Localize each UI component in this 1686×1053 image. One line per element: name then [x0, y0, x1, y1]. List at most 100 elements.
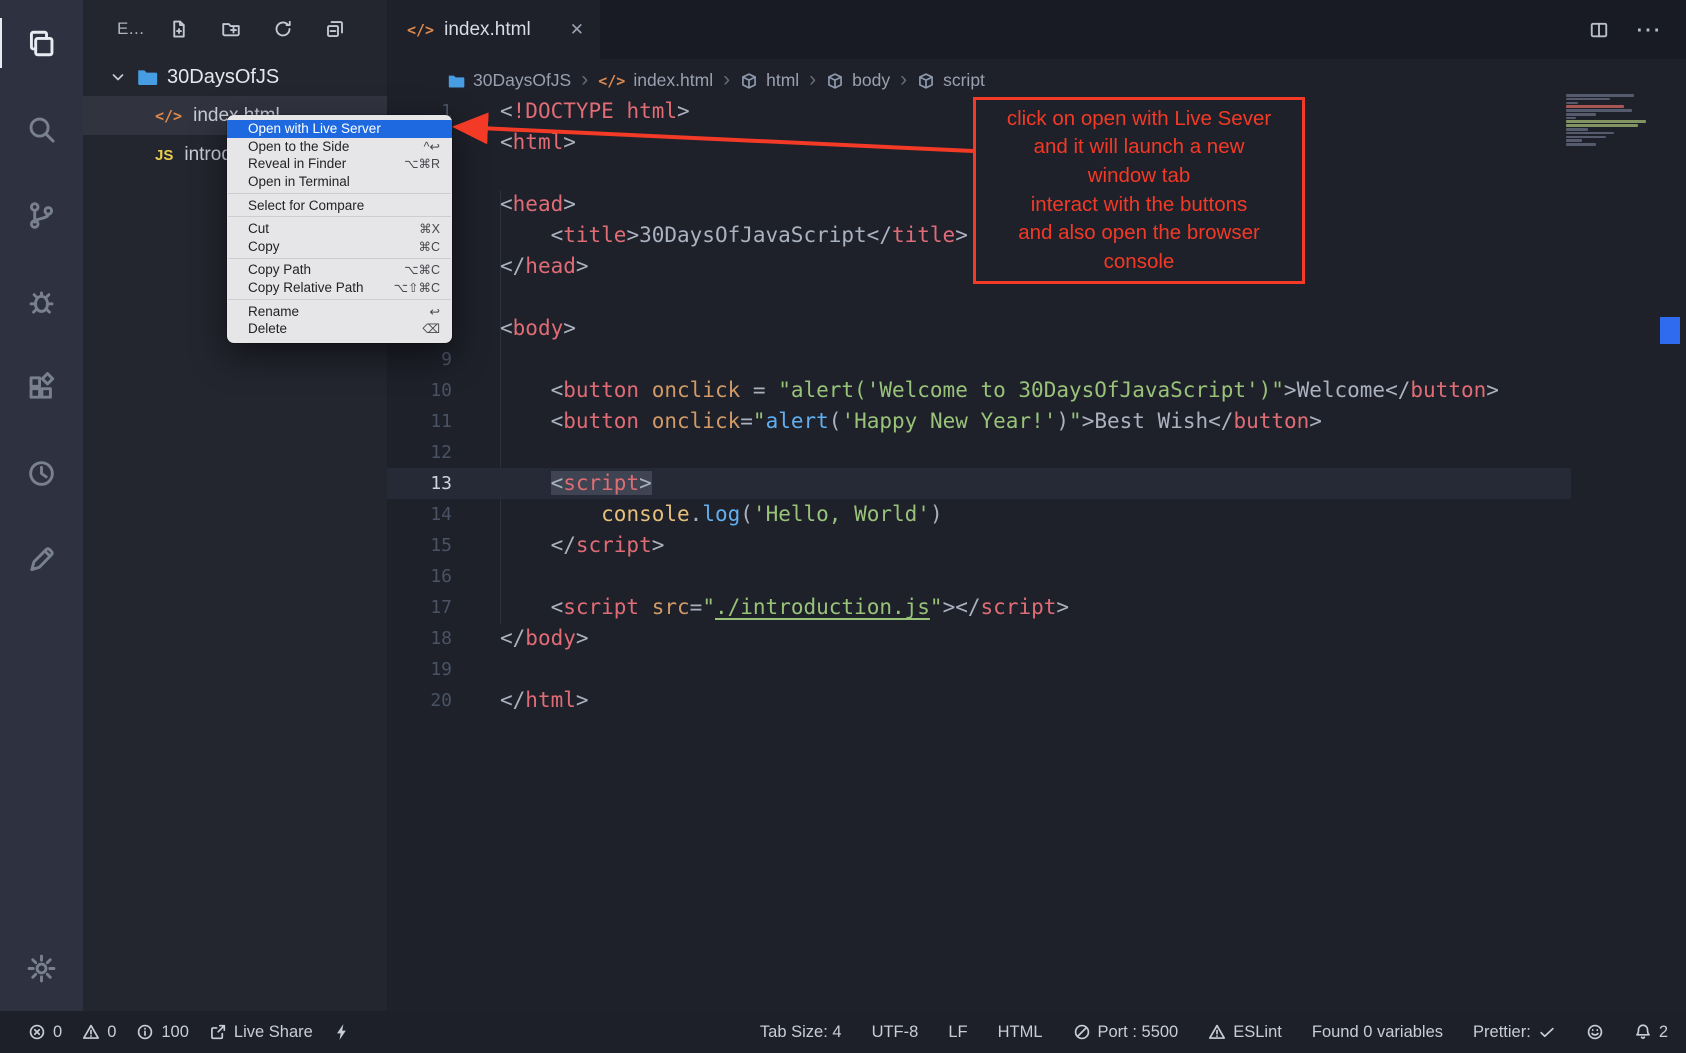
- activity-source-control[interactable]: [0, 172, 83, 258]
- status-right: Tab Size: 4 UTF-8 LF HTML Port : 5500 ESLint F…: [760, 1023, 1668, 1042]
- menu-item-label: Open to the Side: [248, 139, 349, 154]
- breadcrumb-index-html[interactable]: </>index.html: [598, 70, 713, 91]
- run-and-debug-icon: [26, 286, 57, 317]
- menu-item-rename[interactable]: Rename ↩: [227, 302, 452, 320]
- code-line-13[interactable]: 13 <script>: [387, 468, 1571, 499]
- code-line-20[interactable]: 20</html>: [387, 685, 1571, 716]
- split-editor-icon[interactable]: [1589, 20, 1609, 40]
- breadcrumb-html[interactable]: html: [740, 70, 799, 91]
- menu-item-label: Delete: [248, 321, 287, 336]
- breadcrumb-body[interactable]: body: [826, 70, 890, 91]
- line-content: <html>: [452, 127, 576, 158]
- menu-item-label: Open in Terminal: [248, 174, 350, 189]
- minimap-line: [1566, 117, 1576, 120]
- activity-bottom: [0, 925, 83, 1011]
- activity-explorer[interactable]: [0, 0, 83, 86]
- close-tab-icon[interactable]: ✕: [570, 20, 584, 40]
- activity-history[interactable]: [0, 430, 83, 516]
- menu-item-reveal-in-finder[interactable]: Reveal in Finder⌥⌘R: [227, 155, 452, 173]
- activity-extensions[interactable]: [0, 344, 83, 430]
- folder-icon: [447, 72, 465, 90]
- menu-item-copy-relative-path[interactable]: Copy Relative Path⌥⇧⌘C: [227, 279, 452, 297]
- folder-icon: [136, 66, 158, 88]
- minimap-line: [1566, 102, 1578, 105]
- status-left: 0 0 100 Live Share: [28, 1023, 351, 1042]
- line-content: <body>: [452, 313, 576, 344]
- refresh-explorer-icon[interactable]: [273, 19, 293, 39]
- folder-row-30daysofjs[interactable]: 30DaysOfJS: [83, 58, 387, 96]
- more-actions-icon[interactable]: ⋯: [1635, 14, 1662, 45]
- status-eslint[interactable]: ESLint: [1208, 1023, 1282, 1042]
- tab-bar: </> index.html ✕ ⋯: [387, 0, 1686, 59]
- menu-item-select-for-compare[interactable]: Select for Compare: [227, 196, 452, 214]
- js-file-icon: JS: [155, 144, 173, 166]
- code-line-10[interactable]: 10 <button onclick = "alert('Welcome to …: [387, 375, 1571, 406]
- status-quick-action[interactable]: [333, 1023, 351, 1041]
- activity-settings[interactable]: [0, 925, 83, 1011]
- menu-item-shortcut: ↩: [430, 304, 440, 319]
- status-eol[interactable]: LF: [948, 1023, 967, 1042]
- status-encoding[interactable]: UTF-8: [872, 1023, 919, 1042]
- menu-item-copy[interactable]: Copy⌘C: [227, 238, 452, 256]
- code-line-9[interactable]: 9: [387, 344, 1571, 375]
- menu-item-label: Copy Relative Path: [248, 280, 364, 295]
- menu-item-open-to-the-side[interactable]: Open to the Side ^↩: [227, 138, 452, 156]
- menu-item-shortcut: ^↩: [424, 139, 440, 154]
- breadcrumb-label: html: [766, 70, 799, 91]
- status-info-count[interactable]: 100: [136, 1023, 189, 1042]
- html-file-icon: </>: [598, 70, 625, 91]
- code-line-8[interactable]: 8<body>: [387, 313, 1571, 344]
- status-warnings[interactable]: 0: [82, 1023, 116, 1042]
- status-live-server-port[interactable]: Port : 5500: [1073, 1023, 1179, 1042]
- breadcrumb-script[interactable]: script: [917, 70, 985, 91]
- activity-feedback[interactable]: [0, 516, 83, 602]
- scrollbar-indicator[interactable]: [1660, 317, 1680, 344]
- status-errors[interactable]: 0: [28, 1023, 62, 1042]
- status-notifications[interactable]: 2: [1634, 1023, 1668, 1042]
- code-line-15[interactable]: 15 </script>: [387, 530, 1571, 561]
- status-feedback-smiley[interactable]: [1586, 1023, 1604, 1041]
- new-folder-icon[interactable]: [221, 19, 241, 39]
- status-language-mode[interactable]: HTML: [998, 1023, 1043, 1042]
- minimap-line: [1566, 124, 1638, 127]
- activity-search[interactable]: [0, 86, 83, 172]
- code-line-17[interactable]: 17 <script src="./introduction.js"></scr…: [387, 592, 1571, 623]
- cube-icon: [826, 72, 844, 90]
- menu-item-cut[interactable]: Cut⌘X: [227, 220, 452, 238]
- status-tab-size[interactable]: Tab Size: 4: [760, 1023, 842, 1042]
- code-line-7[interactable]: 7: [387, 282, 1571, 313]
- menu-item-open-in-terminal[interactable]: Open in Terminal: [227, 173, 452, 191]
- minimap-line: [1566, 128, 1588, 131]
- extensions-icon: [26, 372, 57, 403]
- annotation-line: click on open with Live Sever: [976, 105, 1302, 134]
- chevron-right-icon: ›: [723, 68, 730, 92]
- code-line-11[interactable]: 11 <button onclick="alert('Happy New Yea…: [387, 406, 1571, 437]
- status-live-share[interactable]: Live Share: [209, 1023, 313, 1042]
- code-line-14[interactable]: 14 console.log('Hello, World'): [387, 499, 1571, 530]
- menu-separator: [228, 216, 451, 217]
- tab-index-html[interactable]: </> index.html ✕: [387, 0, 600, 59]
- breadcrumb-label: 30DaysOfJS: [473, 70, 571, 91]
- code-line-19[interactable]: 19: [387, 654, 1571, 685]
- code-line-12[interactable]: 12: [387, 437, 1571, 468]
- status-prettier[interactable]: Prettier:: [1473, 1023, 1556, 1042]
- minimap[interactable]: [1566, 94, 1658, 147]
- collapse-folders-icon[interactable]: [325, 19, 345, 39]
- line-content: <script src="./introduction.js"></script…: [452, 592, 1069, 623]
- bolt-icon: [333, 1023, 351, 1041]
- menu-item-label: Rename: [248, 304, 299, 319]
- menu-separator: [228, 193, 451, 194]
- new-file-icon[interactable]: [169, 19, 189, 39]
- menu-item-copy-path[interactable]: Copy Path⌥⌘C: [227, 261, 452, 279]
- code-line-18[interactable]: 18</body>: [387, 623, 1571, 654]
- line-content: </html>: [452, 685, 589, 716]
- menu-item-open-with-live-server[interactable]: Open with Live Server: [227, 120, 452, 138]
- cube-icon: [740, 72, 758, 90]
- breadcrumb-30daysofjs[interactable]: 30DaysOfJS: [447, 70, 571, 91]
- status-variables-found[interactable]: Found 0 variables: [1312, 1023, 1443, 1042]
- activity-run-and-debug[interactable]: [0, 258, 83, 344]
- editor-actions: ⋯: [1589, 0, 1686, 59]
- code-line-16[interactable]: 16: [387, 561, 1571, 592]
- menu-item-delete[interactable]: Delete⌫: [227, 320, 452, 338]
- menu-separator: [228, 299, 451, 300]
